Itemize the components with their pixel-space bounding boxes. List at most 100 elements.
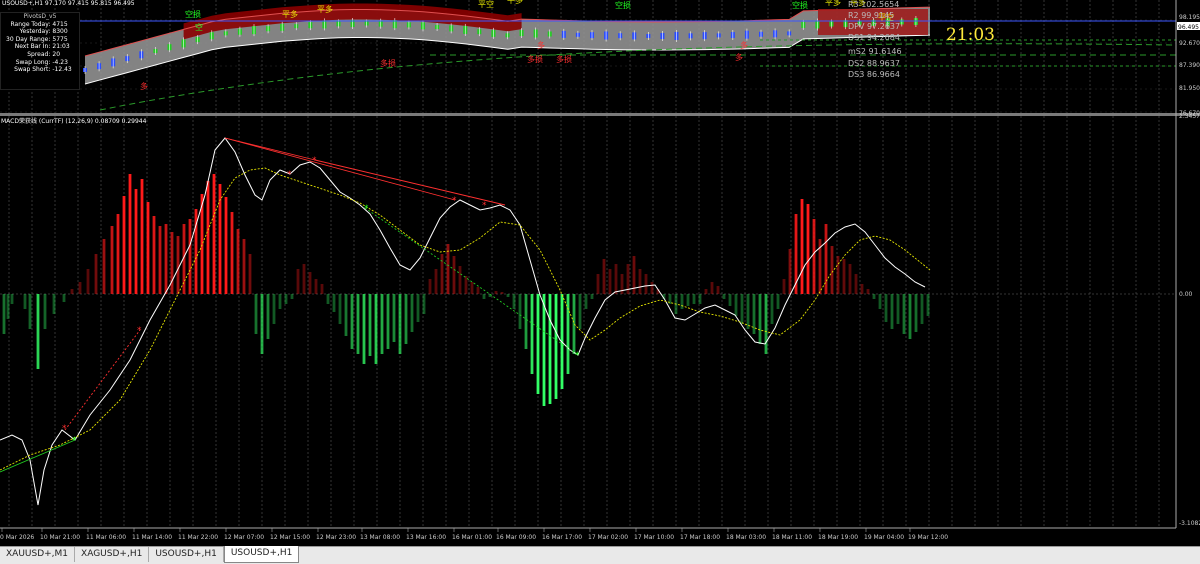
pivots-stats-panel: PivotsD_v5 Range Today: 4715 Yesterday: 83… <box>0 12 80 90</box>
macd-histogram-bar <box>860 284 864 294</box>
signal-label: 多 <box>740 40 748 50</box>
macd-histogram-bar <box>908 294 912 339</box>
divergence-line <box>0 439 76 473</box>
macd-histogram-bar <box>710 282 714 294</box>
macd-axis-label: 2.3457 <box>1179 113 1200 120</box>
time-axis-label: 11 Mar 22:00 <box>178 534 218 541</box>
macd-histogram-bar <box>536 294 540 394</box>
time-axis-label: 11 Mar 14:00 <box>132 534 172 541</box>
macd-histogram-bar <box>284 294 288 304</box>
stats-row: Yesterday: 8300 <box>19 28 68 36</box>
pivot-ds3-label: DS3 86.9664 <box>848 70 900 79</box>
macd-histogram-bar <box>770 294 774 324</box>
macd-histogram-bar <box>728 294 732 306</box>
macd-histogram-bar <box>776 294 780 309</box>
macd-histogram-bar <box>602 259 606 294</box>
pivot-ms2-label: mS2 91.6146 <box>848 47 902 56</box>
macd-histogram-bar <box>878 294 882 309</box>
divergence-line <box>64 329 141 431</box>
time-axis-label: 16 Mar 01:00 <box>452 534 492 541</box>
macd-histogram-bar <box>302 264 306 294</box>
macd-histogram-bar <box>704 289 708 294</box>
macd-histogram-bar <box>308 272 312 294</box>
macd-pane: * * * * * * * * * <box>0 137 1176 506</box>
macd-histogram-bar <box>920 294 924 324</box>
macd-histogram-bar <box>94 254 98 294</box>
macd-indicator-label: MACD荣获线 (CurrTF) (12,26,9) 0.08709 0.299… <box>1 118 147 125</box>
macd-histogram-bar <box>518 294 522 329</box>
macd-histogram-bar <box>584 294 588 309</box>
signal-label: 平多 <box>317 4 333 14</box>
time-axis-label: 10 Mar 21:00 <box>40 534 80 541</box>
price-axis-label: 92.670 <box>1179 40 1200 47</box>
macd-histogram-bar <box>830 246 834 294</box>
macd-histogram-bar <box>524 294 528 349</box>
price-axis-label: 81.950 <box>1179 85 1200 92</box>
mt-chart-window[interactable]: 空损 平多空平多 平空 平多 空损 空损 平多 平多多多损 多损多多损多平空多 * * * * * * * *… <box>0 0 1200 564</box>
macd-histogram-bar <box>680 294 684 309</box>
axes: 98.19596.49592.67087.39081.95076.6702.34… <box>0 0 1200 541</box>
stats-row: Next Bar In: 21:03 <box>14 43 70 51</box>
tab-xagusd-h1[interactable]: XAGUSD+,H1 <box>75 547 150 562</box>
macd-histogram-bar <box>836 256 840 294</box>
macd-histogram-bar <box>320 284 324 294</box>
stats-title: PivotsD_v5 <box>23 13 57 20</box>
macd-histogram-bar <box>740 294 744 324</box>
signal-label: 空 <box>195 22 203 32</box>
time-axis-label: 19 Mar 04:00 <box>864 534 904 541</box>
macd-histogram-bar <box>102 239 106 294</box>
bar-countdown-clock: 21:03 <box>946 25 995 45</box>
macd-histogram-bar <box>362 294 366 364</box>
macd-histogram-bar <box>86 269 90 294</box>
signal-label: 空损 <box>792 0 808 10</box>
macd-histogram-bar <box>248 254 252 294</box>
macd-histogram-bar <box>554 294 558 399</box>
macd-histogram-bar <box>36 294 40 369</box>
pivot-r3-label: R3 102.5654 <box>848 0 900 9</box>
tab-usousd-h1[interactable]: USOUSD+,H1 <box>149 547 224 562</box>
macd-histogram-bar <box>158 226 162 294</box>
macd-histogram-bar <box>2 294 6 334</box>
macd-histogram-bar <box>926 294 930 316</box>
pivot-ds1-label: DS1 94.2684 <box>848 33 900 42</box>
macd-histogram-bar <box>6 294 10 319</box>
macd-histogram-bar <box>176 236 180 294</box>
macd-histogram-bar <box>146 202 150 294</box>
macd-histogram-bar <box>764 294 768 354</box>
tab-xauusd-m1[interactable]: XAUUSD+,M1 <box>0 547 76 562</box>
macd-histogram-bar <box>548 294 552 404</box>
signal-label: 多 <box>735 52 743 62</box>
divergence-marker: * <box>482 201 487 211</box>
tab-usousd-h1-active[interactable]: USOUSD+,H1 <box>223 546 300 563</box>
time-axis-label: 17 Mar 18:00 <box>680 534 720 541</box>
macd-signal-line <box>0 167 931 471</box>
macd-histogram-bar <box>78 282 82 294</box>
signal-label: 多损 <box>556 54 572 64</box>
signal-label: 多损 <box>380 58 396 68</box>
macd-histogram-bar <box>368 294 372 356</box>
macd-histogram-bar <box>350 294 354 349</box>
chart-canvas[interactable]: 空损 平多空平多平空 平多空损 空损 平多 平多多多损 多损多多损多平空多 ***** ***… <box>0 0 1200 546</box>
macd-histogram-bar <box>590 294 594 299</box>
macd-histogram-bar <box>410 294 414 332</box>
stats-row: Spread: 20 <box>27 50 61 58</box>
time-axis-label: 18 Mar 03:00 <box>726 534 766 541</box>
macd-histogram-bar <box>638 269 642 294</box>
macd-histogram-bar <box>392 294 396 342</box>
macd-histogram-bar <box>500 292 504 294</box>
divergence-marker: * <box>312 156 317 166</box>
signal-label: 平多 <box>825 0 841 7</box>
macd-histogram-bar <box>608 269 612 294</box>
macd-histogram-bar <box>614 264 618 294</box>
macd-histogram-bar <box>386 294 390 349</box>
time-axis-label: 16 Mar 09:00 <box>496 534 536 541</box>
macd-histogram-bar <box>884 294 888 322</box>
price-axis-label: 98.195 <box>1179 14 1200 21</box>
macd-histogram-bar <box>128 174 132 294</box>
macd-histogram-bar <box>476 287 480 294</box>
macd-histogram-bar <box>122 196 126 294</box>
macd-histogram-bar <box>458 266 462 294</box>
divergence-marker: * <box>575 351 580 361</box>
macd-histogram-bar <box>254 294 258 334</box>
divergence-marker: * <box>452 196 457 206</box>
